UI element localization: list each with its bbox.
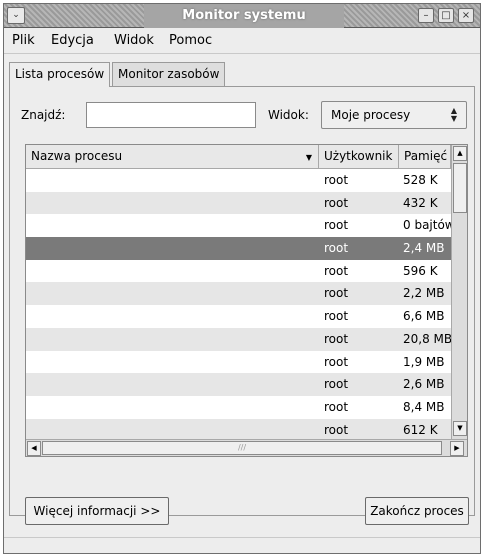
view-select-value: Moje procesy	[331, 108, 411, 122]
table-row[interactable]: cupsdroot2,2 MB	[26, 282, 451, 306]
menu-bar: Plik Edycja Widok Pomoc	[4, 28, 480, 54]
menu-view[interactable]: Widok	[114, 33, 154, 48]
table-row[interactable]: ▽gdm-binaryroot2,6 MB	[26, 373, 451, 396]
table-row[interactable]: bonobo-activation-serverroot2,4 MB	[26, 237, 451, 260]
menu-edit[interactable]: Edycja	[51, 33, 94, 48]
process-user-cell: root	[324, 173, 349, 187]
process-memory-cell: 2,2 MB	[403, 286, 445, 301]
process-table: Nazwa procesu ▼ Użytkownik Pamięć anacro…	[25, 144, 468, 457]
process-user-cell: root	[324, 309, 349, 324]
process-user-cell: root	[324, 195, 349, 210]
title-bar[interactable]: ⌄ Monitor systemu – □ ×	[4, 4, 480, 28]
process-user-cell: root	[324, 218, 349, 233]
process-rows: anacronroot528 Kapmdroot432 Kbdflushroot…	[26, 169, 451, 439]
window-menu-button[interactable]: ⌄	[7, 7, 25, 24]
menu-edit-label: Edycja	[51, 33, 94, 48]
sort-descending-icon: ▼	[305, 153, 312, 162]
process-user-cell: root	[324, 422, 349, 437]
process-memory-cell: 8,4 MB	[403, 399, 445, 414]
process-memory-cell: 2,6 MB	[403, 377, 445, 392]
close-button[interactable]: ×	[458, 8, 474, 23]
process-user-cell: root	[324, 286, 349, 301]
column-header-name-label: Nazwa procesu	[31, 149, 123, 163]
column-header-name[interactable]: Nazwa procesu ▼	[26, 145, 319, 169]
table-row[interactable]: ssh-agentroot612 K	[26, 418, 451, 439]
process-memory-cell: 0 bajtów	[403, 218, 451, 233]
tab-process-list[interactable]: Lista procesów	[9, 62, 111, 87]
table-row[interactable]: crondroot596 K	[26, 259, 451, 283]
vertical-scroll-thumb[interactable]	[453, 163, 467, 213]
process-memory-cell: 2,4 MB	[403, 241, 445, 256]
monitor-window: ⌄ Monitor systemu – □ × Plik Edycja Wido…	[3, 3, 481, 554]
column-header-user[interactable]: Użytkownik	[319, 145, 399, 169]
process-user-cell: root	[324, 354, 349, 369]
horizontal-scrollbar[interactable]: ◀ /// ▶	[26, 439, 467, 456]
vertical-scrollbar[interactable]: ▲ ▼	[451, 145, 467, 439]
process-memory-cell: 6,6 MB	[403, 309, 445, 324]
status-bar	[4, 537, 480, 553]
table-row[interactable]: bdflushroot0 bajtów	[26, 214, 451, 238]
column-header-memory[interactable]: Pamięć	[399, 145, 451, 169]
table-row[interactable]: ▽gdm-binaryroot1,9 MB	[26, 350, 451, 374]
table-row[interactable]: gconfd-2root20,8 MB	[26, 327, 451, 351]
process-user-cell: root	[324, 399, 349, 414]
process-memory-cell: 20,8 MB	[403, 331, 451, 346]
table-row[interactable]: ▽❦gnome-sessionroot8,4 MB	[26, 395, 451, 419]
view-select[interactable]: Moje procesy ▲ ▼	[321, 101, 467, 129]
menu-file[interactable]: Plik	[12, 33, 35, 48]
process-list-panel: Znajdź: Widok: Moje procesy ▲ ▼ Nazwa pro…	[9, 86, 475, 525]
process-memory-cell: 596 K	[403, 263, 438, 278]
process-memory-cell: 528 K	[403, 173, 438, 187]
process-memory-cell: 612 K	[403, 422, 438, 437]
table-row[interactable]: anacronroot528 K	[26, 169, 451, 192]
search-input[interactable]	[86, 102, 256, 128]
end-process-button[interactable]: Zakończ proces	[365, 497, 469, 525]
horizontal-scroll-thumb[interactable]: ///	[42, 441, 442, 455]
table-row[interactable]: eggcupsroot6,6 MB	[26, 305, 451, 328]
maximize-button[interactable]: □	[438, 8, 454, 23]
more-info-button[interactable]: Więcej informacji >>	[25, 497, 169, 525]
menu-file-label: Plik	[12, 33, 35, 48]
scroll-left-icon[interactable]: ◀	[27, 441, 41, 456]
process-user-cell: root	[324, 241, 349, 256]
window-title: Monitor systemu	[144, 4, 344, 28]
process-memory-cell: 432 K	[403, 195, 438, 210]
process-user-cell: root	[324, 263, 349, 278]
menu-help[interactable]: Pomoc	[169, 33, 212, 48]
menu-view-label: Widok	[114, 33, 154, 48]
scroll-up-icon[interactable]: ▲	[453, 146, 467, 161]
search-label: Znajdź:	[21, 108, 66, 122]
table-row[interactable]: apmdroot432 K	[26, 191, 451, 215]
view-label: Widok:	[268, 108, 309, 122]
process-user-cell: root	[324, 377, 349, 392]
updown-arrow-icon: ▲ ▼	[450, 106, 458, 123]
menu-help-label: Pomoc	[169, 33, 213, 48]
process-memory-cell: 1,9 MB	[403, 354, 445, 369]
scroll-right-icon[interactable]: ▶	[450, 441, 464, 456]
tab-resource-monitor[interactable]: Monitor zasobów	[112, 62, 226, 86]
process-user-cell: root	[324, 331, 349, 346]
scroll-down-icon[interactable]: ▼	[453, 421, 467, 436]
minimize-button[interactable]: –	[418, 8, 434, 23]
